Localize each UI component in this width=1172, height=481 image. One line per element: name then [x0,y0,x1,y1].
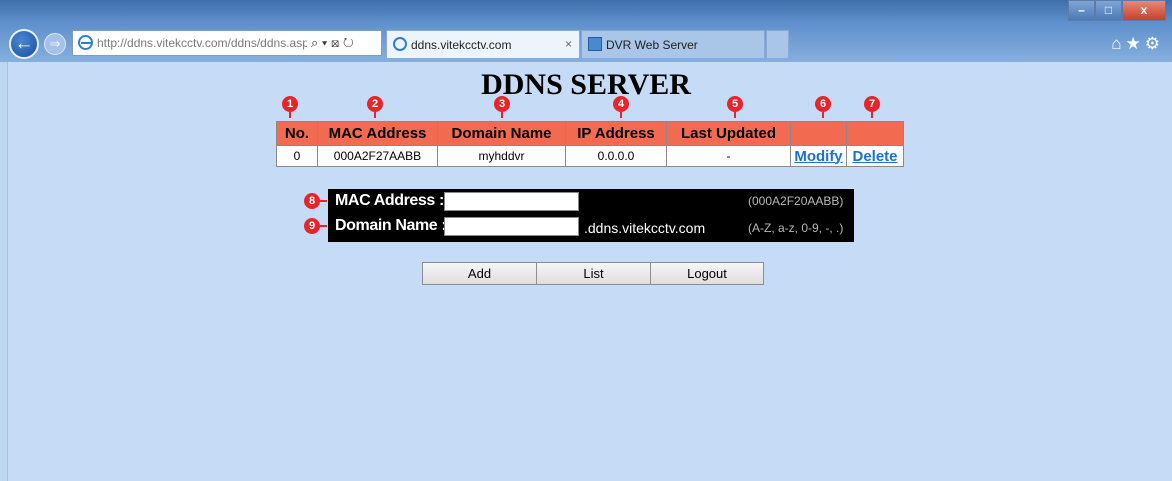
domain-name-label: Domain Name : [335,217,447,234]
browser-chrome: ← ⇒ http://ddns.vitekcctv.com/ddns/ddns.… [0,0,1172,62]
tab-title: ddns.vitekcctv.com [411,38,512,52]
domain-name-hint: (A-Z, a-z, 0-9, -, .) [748,221,844,235]
callout-marker-1: 1 [282,96,298,118]
ie-logo-icon [393,37,407,51]
minimize-button[interactable]: – [1068,0,1095,21]
home-favorites-settings-icons[interactable]: ⌂★⚙ [1111,34,1164,54]
ie-logo-icon [78,35,93,50]
cell-modify: Modify [790,145,847,167]
callout-marker-6: 6 [815,96,831,118]
header-delete [846,121,904,146]
header-domain-name: Domain Name [437,121,566,146]
callout-marker-8: 8 [304,193,327,209]
address-bar-controls[interactable]: ⌕ ▾ ⊠ ↻ [311,35,354,51]
mac-address-label: MAC Address : [335,192,444,209]
domain-suffix: .ddns.vitekcctv.com [584,220,706,236]
table-row: 0 000A2F27AABB myhddvr 0.0.0.0 - Modify … [276,145,904,167]
address-url[interactable]: http://ddns.vitekcctv.com/ddns/ddns.asp? [97,36,307,50]
header-modify [790,121,847,146]
dvr-favicon-icon [588,37,602,51]
callout-marker-9: 9 [304,218,327,234]
back-arrow-icon[interactable]: ← [9,29,39,59]
close-window-button[interactable]: x [1122,0,1166,21]
tab-dvr-web-server[interactable]: DVR Web Server [581,30,765,58]
header-no: No. [276,121,318,146]
address-bar[interactable]: http://ddns.vitekcctv.com/ddns/ddns.asp?… [72,30,382,56]
delete-link[interactable]: Delete [852,148,897,165]
cell-domain-name: myhddvr [437,145,566,167]
cell-no: 0 [276,145,318,167]
window-left-edge [0,62,8,481]
add-button[interactable]: Add [422,262,537,285]
header-ip-address: IP Address [565,121,667,146]
domain-name-input[interactable] [444,217,579,236]
modify-link[interactable]: Modify [794,148,842,165]
header-last-updated: Last Updated [666,121,791,146]
callout-marker-2: 2 [367,96,383,118]
tab-ddns[interactable]: ddns.vitekcctv.com × [386,30,580,58]
list-button[interactable]: List [536,262,651,285]
cell-delete: Delete [846,145,904,167]
mac-address-input[interactable] [444,192,579,211]
forward-arrow-icon[interactable]: ⇒ [44,33,66,55]
callout-marker-3: 3 [494,96,510,118]
ddns-table: No. MAC Address Domain Name IP Address L… [276,121,904,167]
header-mac-address: MAC Address [317,121,438,146]
maximize-button[interactable]: □ [1095,0,1122,21]
table-header-row: No. MAC Address Domain Name IP Address L… [276,121,904,146]
ddns-entry-form: MAC Address : (000A2F20AABB) Domain Name… [328,189,854,242]
callout-marker-5: 5 [727,96,743,118]
callout-marker-7: 7 [864,96,880,118]
cell-last-updated: - [666,145,791,167]
tab-title: DVR Web Server [606,38,698,52]
tab-close-icon[interactable]: × [565,37,572,51]
mac-address-hint: (000A2F20AABB) [748,194,844,208]
logout-button[interactable]: Logout [650,262,764,285]
window-controls: – □ x [1068,0,1166,21]
callout-marker-4: 4 [613,96,629,118]
page-title: DDNS SERVER [481,68,691,101]
action-buttons: Add List Logout [422,262,764,285]
cell-ip-address: 0.0.0.0 [565,145,667,167]
cell-mac-address: 000A2F27AABB [317,145,438,167]
new-tab-button[interactable] [766,30,789,58]
